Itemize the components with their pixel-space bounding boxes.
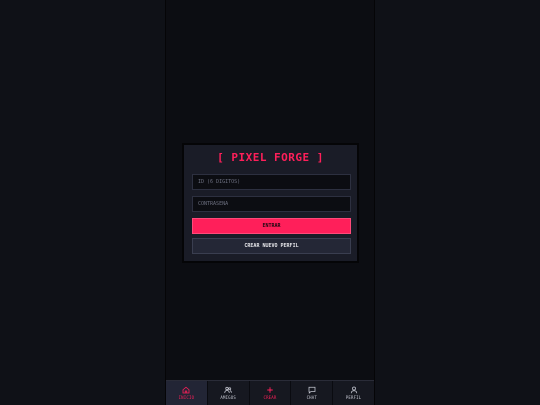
app-logo-title: [ PIXEL FORGE ] [217,151,324,164]
login-card: [ PIXEL FORGE ] ENTRAR CREAR NUEVO PERFI… [182,143,359,263]
home-icon [182,386,190,394]
id-input[interactable] [192,174,351,190]
login-button[interactable]: ENTRAR [192,218,351,234]
nav-item-amigos[interactable]: AMIGOS [208,381,250,405]
nav-item-inicio[interactable]: INICIO [166,381,208,405]
nav-label-chat: CHAT [306,395,317,400]
bottom-nav: INICIO AMIGOS CREAR CHAT PERFIL [166,380,374,405]
nav-label-crear: CREAR [263,395,277,400]
nav-label-perfil: PERFIL [345,395,362,400]
user-icon [350,386,357,394]
password-input[interactable] [192,196,351,212]
nav-item-crear[interactable]: CREAR [250,381,292,405]
plus-icon [267,387,273,393]
nav-label-inicio: INICIO [178,395,195,400]
nav-item-chat[interactable]: CHAT [291,381,334,405]
create-profile-button[interactable]: CREAR NUEVO PERFIL [192,238,351,254]
friends-icon [224,386,232,394]
chat-icon [308,386,316,394]
nav-label-amigos: AMIGOS [220,395,237,400]
nav-item-perfil[interactable]: PERFIL [333,381,374,405]
